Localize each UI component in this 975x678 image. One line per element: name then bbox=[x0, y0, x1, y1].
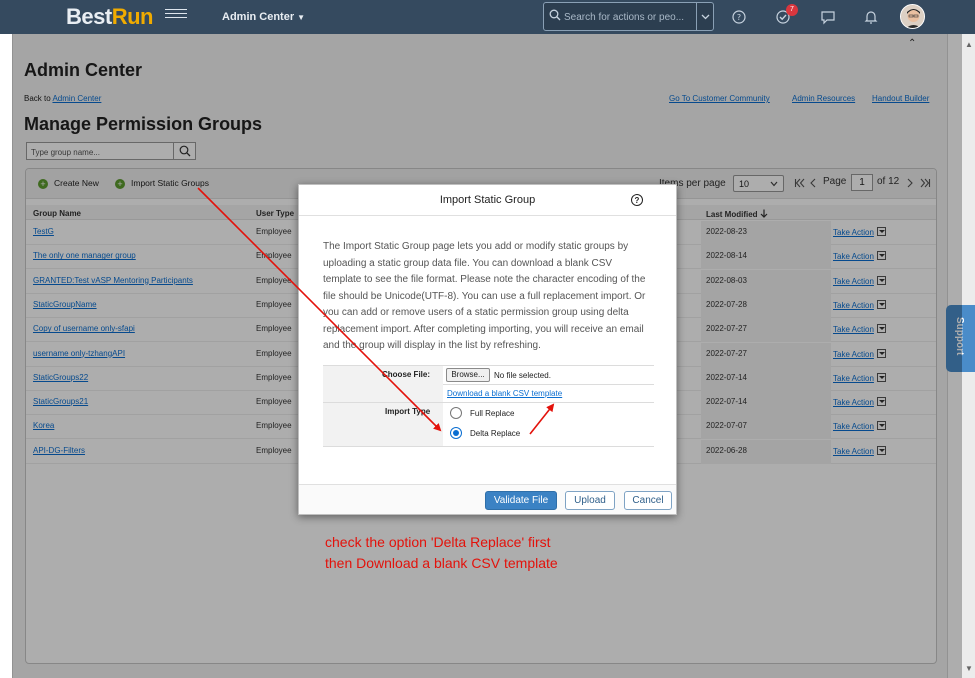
search-scope-dropdown[interactable] bbox=[696, 3, 714, 30]
avatar-image bbox=[901, 5, 924, 28]
feedback-icon[interactable] bbox=[820, 9, 836, 25]
download-csv-template-link[interactable]: Download a blank CSV template bbox=[447, 389, 562, 398]
logo-part-best: Best bbox=[66, 4, 112, 29]
choose-file-label: Choose File: bbox=[382, 370, 431, 379]
browse-button[interactable]: Browse... bbox=[446, 368, 490, 382]
brand-logo[interactable]: BestRun bbox=[66, 4, 153, 30]
annotation-note: check the option 'Delta Replace' first t… bbox=[325, 532, 558, 574]
full-replace-radio[interactable] bbox=[450, 407, 462, 419]
upload-button[interactable]: Upload bbox=[565, 491, 615, 510]
file-status: No file selected. bbox=[494, 371, 551, 380]
scroll-up-icon[interactable]: ▲ bbox=[965, 40, 973, 49]
chevron-down-icon bbox=[701, 14, 710, 20]
delta-replace-radio[interactable] bbox=[450, 427, 462, 439]
help-icon[interactable]: ? bbox=[631, 194, 643, 206]
dialog-description: The Import Static Group page lets you ad… bbox=[323, 241, 646, 351]
caret-down-icon: ▼ bbox=[297, 13, 306, 22]
svg-text:?: ? bbox=[737, 13, 741, 22]
validate-file-button[interactable]: Validate File bbox=[485, 491, 557, 510]
import-form: Choose File: Browse... No file selected.… bbox=[323, 365, 654, 447]
logo-lines-icon bbox=[165, 9, 187, 23]
help-icon[interactable]: ? bbox=[731, 9, 747, 25]
shell-bar: BestRun Admin Center ▼ Search for actions… bbox=[0, 0, 975, 34]
delta-replace-label[interactable]: Delta Replace bbox=[470, 429, 520, 438]
dialog-title: Import Static Group bbox=[299, 185, 676, 216]
scroll-down-icon[interactable]: ▼ bbox=[965, 664, 973, 673]
user-avatar[interactable] bbox=[900, 4, 925, 29]
bell-icon[interactable] bbox=[863, 9, 879, 25]
import-static-group-dialog: Import Static Group ? The Import Static … bbox=[298, 184, 677, 515]
dialog-footer: Validate File Upload Cancel bbox=[299, 484, 676, 514]
app-menu[interactable]: Admin Center ▼ bbox=[222, 11, 305, 23]
import-type-label: Import Type bbox=[385, 407, 431, 416]
cancel-button[interactable]: Cancel bbox=[624, 491, 672, 510]
annotation-line-2: then Download a blank CSV template bbox=[325, 555, 558, 571]
logo-part-run: Run bbox=[111, 4, 154, 29]
notification-badge: 7 bbox=[786, 4, 798, 16]
global-search[interactable]: Search for actions or peo... bbox=[543, 2, 714, 31]
search-icon bbox=[549, 9, 561, 21]
full-replace-label[interactable]: Full Replace bbox=[470, 409, 514, 418]
search-input[interactable]: Search for actions or peo... bbox=[564, 12, 692, 23]
annotation-line-1: check the option 'Delta Replace' first bbox=[325, 534, 551, 550]
app-menu-label: Admin Center bbox=[222, 11, 295, 23]
